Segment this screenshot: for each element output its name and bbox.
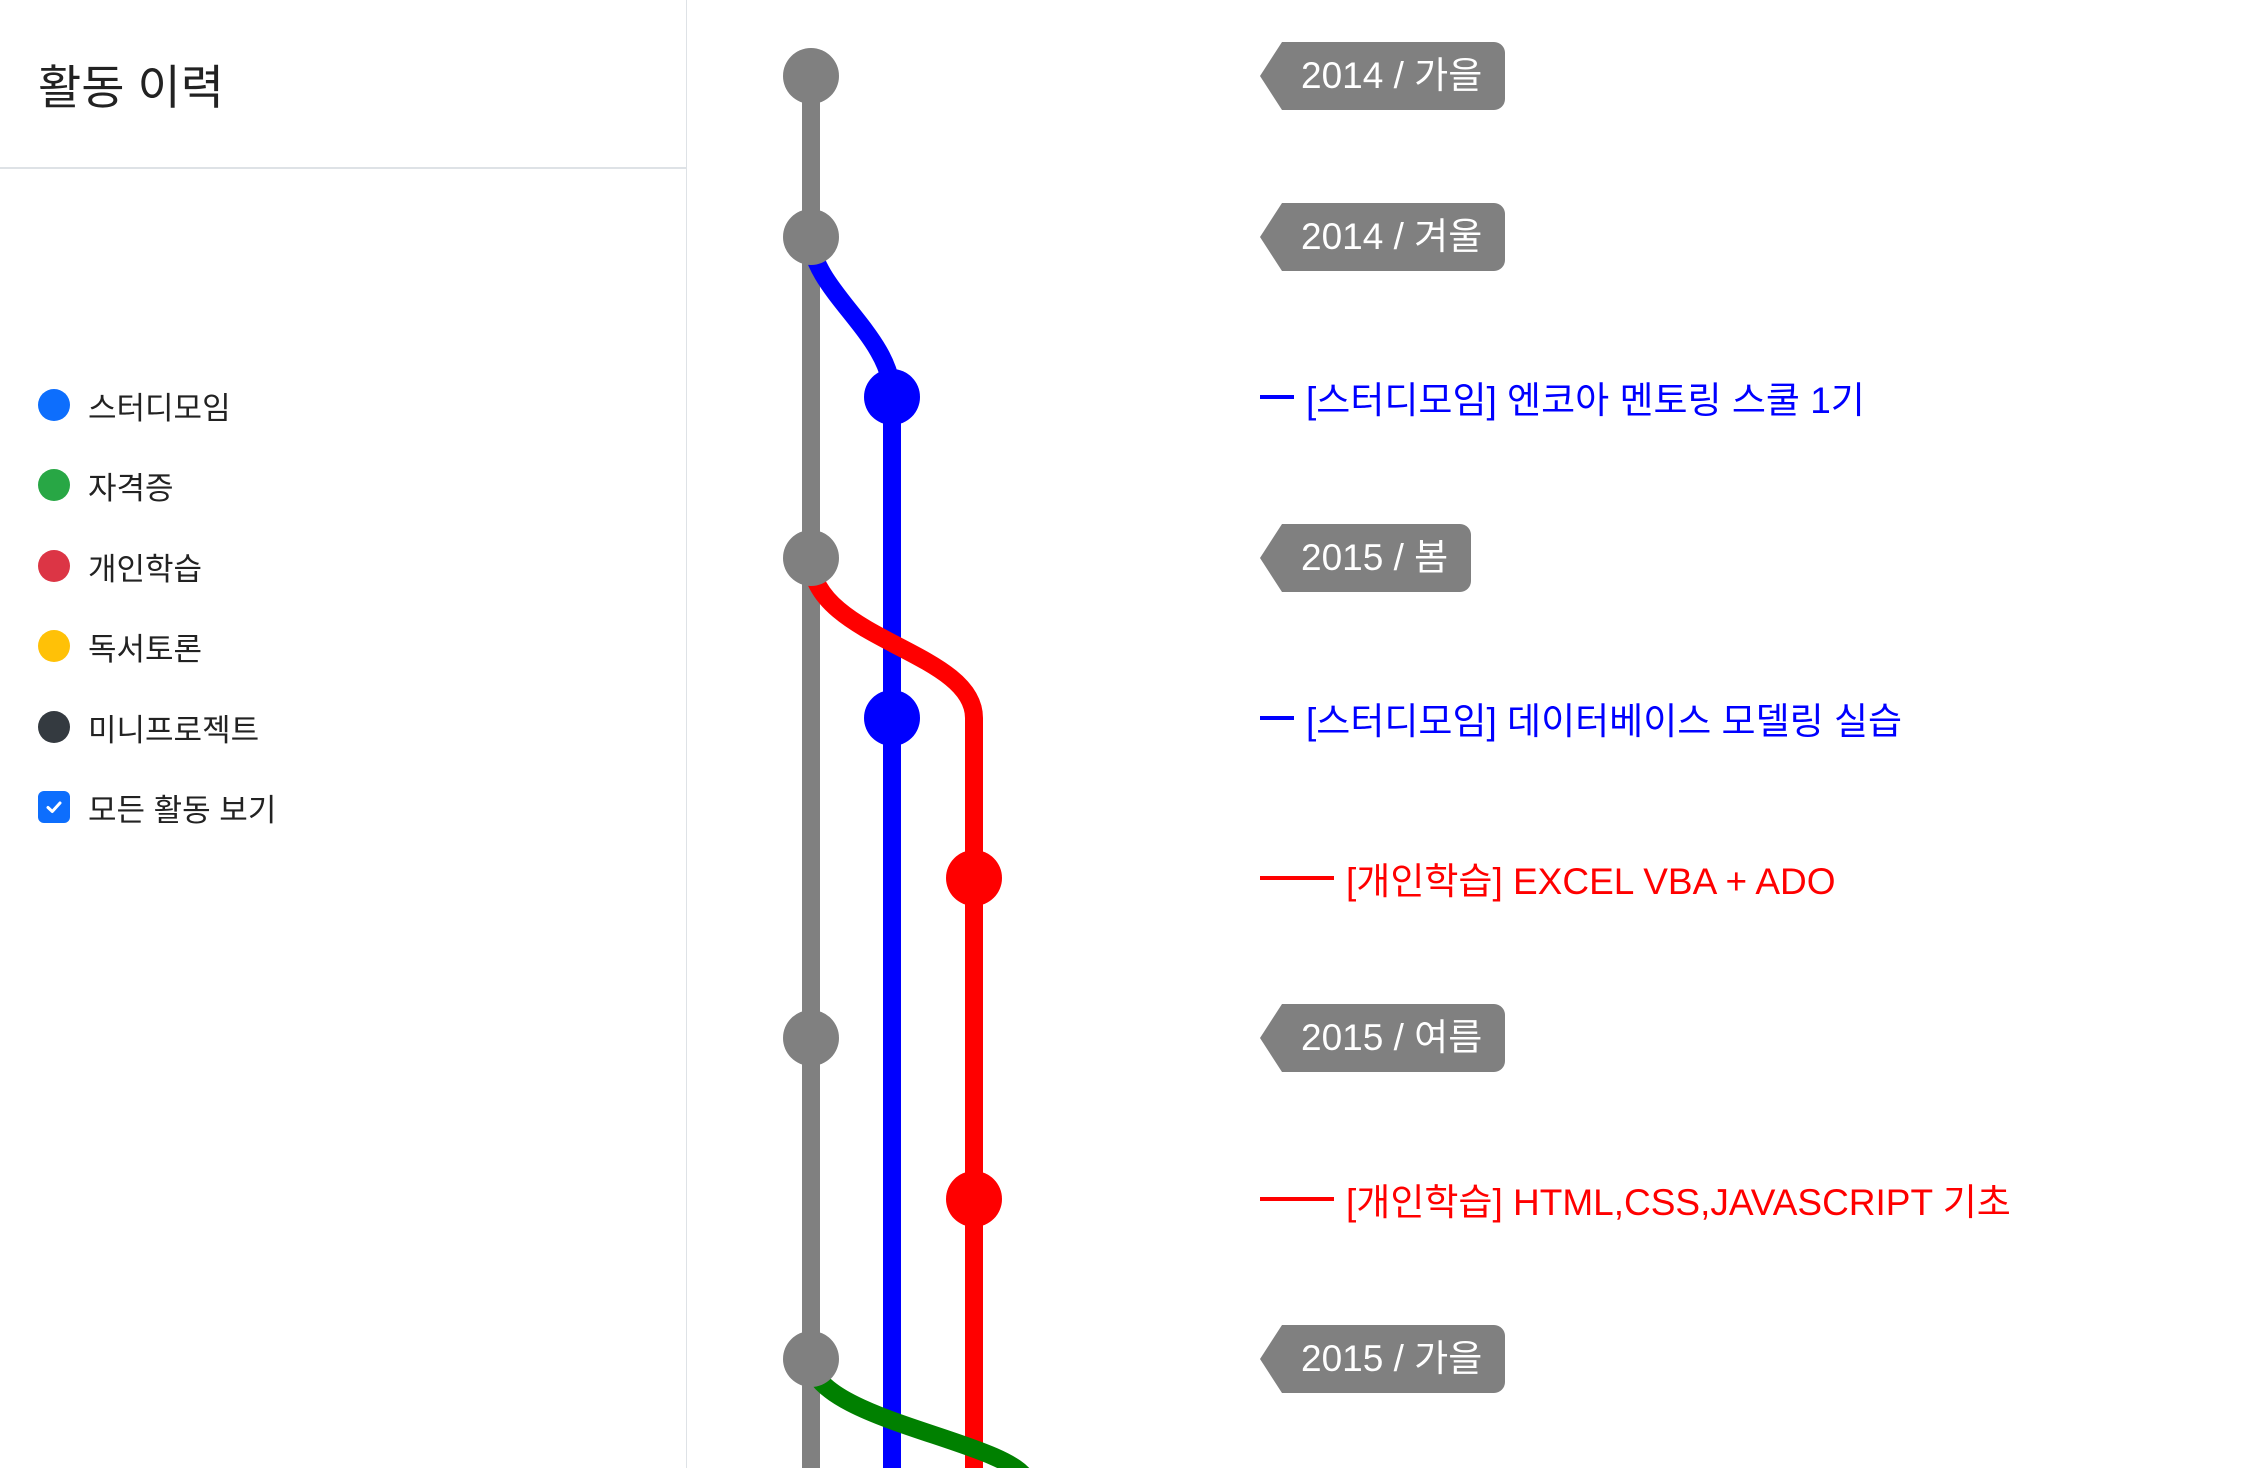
activity-label: [개인학습] EXCEL VBA + ADO	[1346, 861, 1836, 902]
legend-label: 개인학습	[88, 551, 203, 587]
checkbox-checked-icon[interactable]	[38, 791, 70, 823]
legend-item-book-discussion[interactable]: 독서토론	[38, 621, 202, 671]
season-node	[783, 1010, 839, 1066]
activity-item[interactable]: [스터디모임] 엔코아 멘토링 스쿨 1기	[1260, 372, 1865, 422]
sidebar: 활동 이력 스터디모임 자격증 개인학습 독서토론 미니프로젝트 모든 활동 보…	[0, 0, 687, 1468]
timeline: 2014 / 가을 2014 / 겨울 2015 / 봄 2015 / 여름 2…	[687, 0, 2266, 1468]
legend-item-certificate[interactable]: 자격증	[38, 460, 174, 510]
legend-dot-icon	[38, 711, 70, 743]
activity-item[interactable]: [스터디모임] 데이터베이스 모델링 실습	[1260, 693, 1902, 743]
activity-label: [개인학습] HTML,CSS,JAVASCRIPT 기초	[1346, 1182, 2011, 1223]
legend-label: 독서토론	[88, 631, 203, 667]
activity-item[interactable]: [개인학습] HTML,CSS,JAVASCRIPT 기초	[1260, 1174, 2011, 1224]
dash-icon	[1260, 716, 1294, 720]
season-node	[783, 1331, 839, 1387]
legend-dot-icon	[38, 550, 70, 582]
activity-node	[864, 369, 920, 425]
legend-dot-icon	[38, 630, 70, 662]
activity-node	[864, 690, 920, 746]
legend-dot-icon	[38, 389, 70, 421]
activity-item[interactable]: [개인학습] EXCEL VBA + ADO	[1260, 853, 1836, 903]
season-tag: 2014 / 가을	[1260, 42, 1506, 110]
season-node	[783, 48, 839, 104]
legend-item-personal-study[interactable]: 개인학습	[38, 541, 202, 591]
dash-icon	[1260, 876, 1334, 880]
show-all-label: 모든 활동 보기	[88, 792, 277, 828]
dash-icon	[1260, 1197, 1334, 1201]
show-all-checkbox-row[interactable]: 모든 활동 보기	[38, 782, 276, 832]
cert-branch-line	[802, 1357, 1028, 1468]
season-tag: 2015 / 봄	[1260, 524, 1472, 592]
activity-node	[946, 1171, 1002, 1227]
activity-label: [스터디모임] 데이터베이스 모델링 실습	[1306, 701, 1903, 742]
legend-dot-icon	[38, 469, 70, 501]
activity-label: [스터디모임] 엔코아 멘토링 스쿨 1기	[1306, 380, 1865, 421]
legend-item-mini-project[interactable]: 미니프로젝트	[38, 702, 259, 752]
activity-node	[946, 850, 1002, 906]
legend-label: 스터디모임	[88, 390, 231, 426]
season-tag: 2014 / 겨울	[1260, 203, 1506, 271]
dash-icon	[1260, 395, 1294, 399]
legend-item-study[interactable]: 스터디모임	[38, 380, 231, 430]
season-tag: 2015 / 여름	[1260, 1004, 1506, 1072]
legend-label: 자격증	[88, 470, 174, 506]
season-node	[783, 530, 839, 586]
season-node	[783, 209, 839, 265]
season-tag: 2015 / 가을	[1260, 1325, 1506, 1393]
page-title: 활동 이력	[0, 0, 686, 169]
legend-label: 미니프로젝트	[88, 712, 260, 748]
